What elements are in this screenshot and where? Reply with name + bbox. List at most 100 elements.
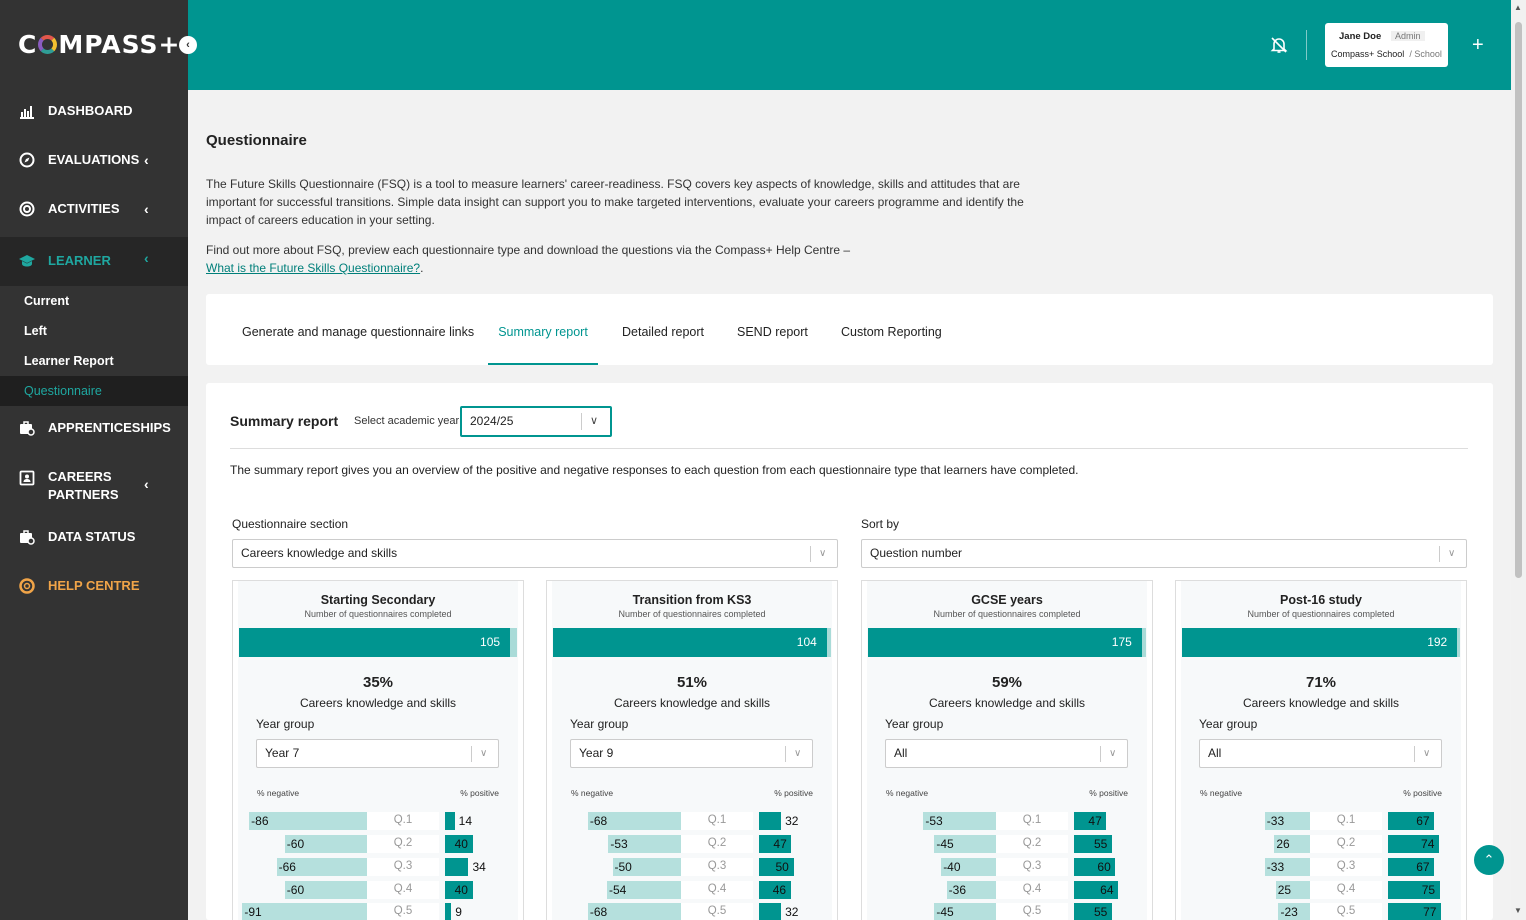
panel-percentage: 35% (362, 674, 394, 691)
add-button[interactable]: + (1472, 34, 1484, 57)
nav-apprenticeships[interactable]: APPRENTICESHIPS (0, 418, 188, 438)
question-row: 26 Q.2 74 (1176, 835, 1466, 853)
tabs-bar: Generate and manage questionnaire links … (206, 294, 1493, 365)
question-row: -91 Q.5 9 (233, 903, 523, 920)
sub-item-learner-report[interactable]: Learner Report (0, 346, 188, 376)
help-link[interactable]: What is the Future Skills Questionnaire? (206, 261, 420, 275)
nav-help-centre[interactable]: HELP CENTRE (0, 576, 188, 596)
negative-value: -53 (925, 814, 943, 828)
question-label: Q.1 (707, 814, 727, 826)
negative-value: -86 (251, 814, 269, 828)
nav-label: APPRENTICESHIPS (48, 420, 171, 435)
questionnaire-panel: Post-16 study Number of questionnaires co… (1175, 580, 1467, 920)
year-group-label: Year group (256, 717, 315, 731)
report-description: The summary report gives you an overview… (230, 463, 1079, 477)
positive-value: 14 (458, 814, 473, 828)
bell-off-icon[interactable] (1270, 36, 1288, 54)
year-group-value: Year 7 (265, 746, 300, 760)
panel-percentage: 59% (991, 674, 1023, 691)
year-group-select[interactable]: All ∨ (1199, 739, 1442, 768)
nav-label: EVALUATIONS (48, 152, 140, 167)
negative-value: -36 (948, 883, 967, 897)
tab-send-report[interactable]: SEND report (737, 294, 808, 365)
positive-value: 40 (454, 883, 468, 897)
negative-value: -33 (1266, 860, 1285, 874)
sort-select[interactable]: Question number ∨ (861, 539, 1467, 568)
tab-generate-links[interactable]: Generate and manage questionnaire links (242, 294, 474, 365)
user-role-badge: Admin (1391, 31, 1425, 41)
question-label: Q.4 (1336, 883, 1356, 895)
scrollbar-thumb[interactable] (1515, 22, 1522, 578)
nav-careers-partners[interactable]: CAREERS PARTNERS ‹ (0, 467, 188, 505)
help-link-suffix: . (420, 261, 424, 275)
panel-title: Starting Secondary (320, 593, 436, 607)
scroll-down-arrow[interactable]: ▼ (1514, 906, 1522, 915)
scroll-up-arrow[interactable]: ▲ (1514, 3, 1522, 12)
year-group-select[interactable]: Year 7 ∨ (256, 739, 499, 768)
positive-bar (445, 858, 469, 876)
section-select[interactable]: Careers knowledge and skills ∨ (232, 539, 838, 568)
positive-value: 9 (455, 905, 462, 919)
chevron-down-icon: ∨ (1448, 548, 1456, 559)
completed-bar-track: 192 (1182, 628, 1460, 657)
sub-item-questionnaire[interactable]: Questionnaire (0, 376, 188, 406)
negative-label: % negative (257, 788, 300, 798)
select-separator (471, 746, 472, 762)
nav-data-status[interactable]: DATA STATUS (0, 527, 188, 547)
question-row: -23 Q.5 77 (1176, 903, 1466, 920)
question-row: -45 Q.5 55 (862, 903, 1152, 920)
panel-subtitle: Number of questionnaires completed (618, 609, 766, 619)
top-bar (188, 0, 1511, 90)
question-label: Q.5 (393, 905, 413, 917)
tab-summary-report[interactable]: Summary report (488, 294, 598, 365)
year-group-label: Year group (570, 717, 629, 731)
negative-value: -54 (609, 883, 627, 897)
header-divider (1306, 30, 1307, 60)
completed-count: 105 (480, 635, 501, 649)
nav-dashboard[interactable]: DASHBOARD (0, 101, 188, 121)
question-label: Q.5 (707, 905, 727, 917)
question-label: Q.1 (1022, 814, 1042, 826)
completed-count: 175 (1111, 635, 1132, 649)
scrollbar[interactable]: ▲ ▼ (1511, 0, 1526, 920)
negative-value: -50 (614, 860, 632, 874)
question-label: Q.5 (1336, 905, 1356, 917)
panel-section-name: Careers knowledge and skills (613, 696, 771, 710)
chevron-down-icon: ∨ (819, 548, 827, 559)
panel-section-name: Careers knowledge and skills (1242, 696, 1400, 710)
academic-year-select[interactable]: 2024/25 ∨ (460, 406, 612, 437)
panel-section-name: Careers knowledge and skills (928, 696, 1086, 710)
panel-title: Post-16 study (1280, 593, 1362, 607)
question-label: Q.3 (1336, 860, 1356, 872)
select-separator (1414, 746, 1415, 762)
select-separator (581, 413, 582, 430)
panel-subtitle: Number of questionnaires completed (933, 609, 1081, 619)
question-row: -45 Q.2 55 (862, 835, 1152, 853)
question-row: -33 Q.1 67 (1176, 812, 1466, 830)
summary-report-card: Summary report Select academic year 2024… (206, 383, 1493, 920)
briefcase-search-icon (18, 528, 36, 546)
negative-value: -33 (1266, 814, 1285, 828)
completed-bar: 175 (868, 628, 1142, 657)
question-label: Q.3 (1022, 860, 1042, 872)
user-menu[interactable]: Jane Doe Admin Compass+ School / School (1325, 23, 1448, 67)
scroll-to-top-button[interactable]: ⌃ (1474, 845, 1504, 875)
nav-label-line2: PARTNERS (48, 487, 119, 502)
nav-label: CAREERS (48, 469, 112, 484)
tab-detailed-report[interactable]: Detailed report (622, 294, 704, 365)
chevron-left-icon: ‹ (144, 201, 149, 217)
sidebar-collapse-button[interactable]: ‹ (179, 36, 197, 54)
nav-learner[interactable]: LEARNER ‹ (0, 237, 188, 286)
tab-custom-reporting[interactable]: Custom Reporting (841, 294, 942, 365)
year-group-select[interactable]: Year 9 ∨ (570, 739, 813, 768)
positive-value: 34 (472, 860, 486, 874)
nav-activities[interactable]: ACTIVITIES ‹ (0, 199, 188, 219)
sub-item-left[interactable]: Left (0, 316, 188, 346)
negative-label: % negative (886, 788, 929, 798)
select-separator (785, 746, 786, 762)
nav-evaluations[interactable]: EVALUATIONS ‹ (0, 150, 188, 170)
question-row: -68 Q.1 32 (547, 812, 837, 830)
year-group-select[interactable]: All ∨ (885, 739, 1128, 768)
compass-logo[interactable]: C MPASS+ (18, 30, 180, 59)
sub-item-current[interactable]: Current (0, 286, 188, 316)
